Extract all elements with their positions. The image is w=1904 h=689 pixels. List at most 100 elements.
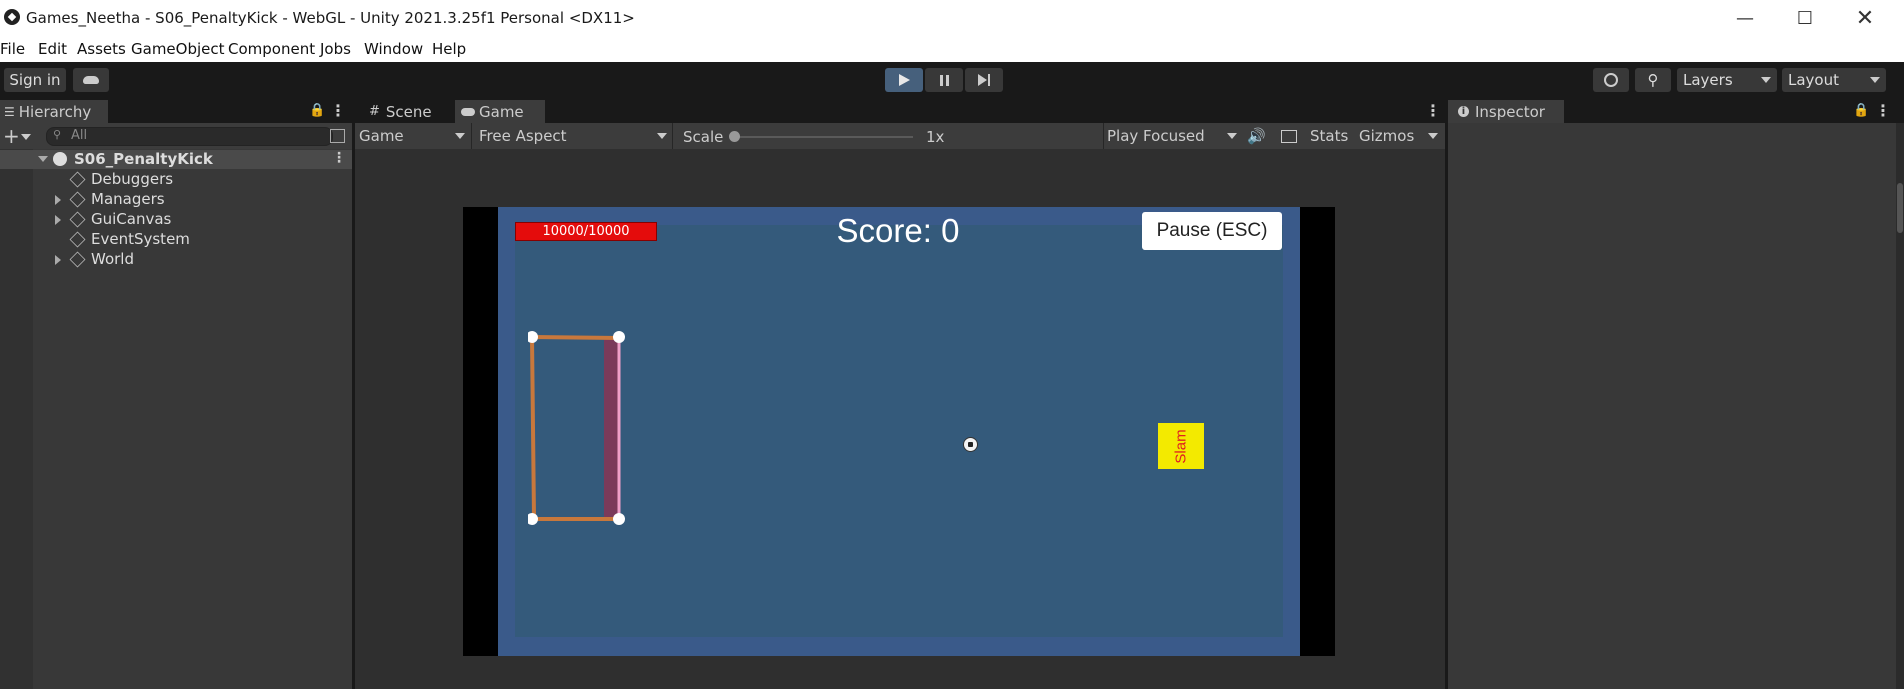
more-options-icon[interactable]: ⋮ xyxy=(1425,101,1441,120)
maximize-icon[interactable]: ☐ xyxy=(1776,0,1834,37)
search-icon: ⚲ xyxy=(53,128,62,141)
stats-button[interactable]: Stats xyxy=(1310,127,1348,145)
expand-arrow-icon[interactable] xyxy=(55,215,61,225)
chevron-down-icon xyxy=(657,133,667,139)
menu-component[interactable]: Component xyxy=(228,40,315,58)
health-bar: 10000/10000 xyxy=(515,222,657,241)
chevron-down-icon xyxy=(1227,133,1237,139)
list-item[interactable]: GuiCanvas xyxy=(69,210,172,229)
expand-arrow-icon[interactable] xyxy=(55,255,61,265)
ball-patch xyxy=(968,442,973,447)
menu-edit[interactable]: Edit xyxy=(38,40,67,58)
list-item[interactable]: World xyxy=(69,250,134,269)
center-tabstrip: # Scene Game ⋮ xyxy=(355,100,1445,123)
game-canvas: 10000/10000 Score: 0 Pause (ESC) Slam xyxy=(498,207,1300,656)
expand-arrow-icon[interactable] xyxy=(55,195,61,205)
step-button[interactable] xyxy=(965,68,1003,92)
layers-dropdown[interactable]: Layers xyxy=(1677,68,1777,92)
tab-scene-label: Scene xyxy=(385,102,432,121)
hierarchy-gutter xyxy=(0,149,33,689)
list-item-label: World xyxy=(91,250,134,268)
info-icon: i xyxy=(1458,106,1469,117)
goal-post-handle[interactable] xyxy=(613,331,625,343)
cloud-icon xyxy=(83,76,99,84)
scale-slider-handle[interactable] xyxy=(729,131,740,142)
menu-window[interactable]: Window xyxy=(364,40,423,58)
soccer-ball-icon xyxy=(963,437,978,452)
menu-jobs[interactable]: Jobs xyxy=(320,40,351,58)
display-dropdown-label: Game xyxy=(359,127,404,145)
list-item-label: GuiCanvas xyxy=(91,210,172,228)
scale-label: Scale xyxy=(683,128,724,146)
menu-help[interactable]: Help xyxy=(432,40,466,58)
list-item[interactable]: Debuggers xyxy=(69,170,173,189)
list-item[interactable]: EventSystem xyxy=(69,230,190,249)
layout-dropdown[interactable]: Layout xyxy=(1782,68,1886,92)
scene-name: S06_PenaltyKick xyxy=(74,150,213,168)
toolbar-divider xyxy=(471,123,472,149)
expand-arrow-icon[interactable] xyxy=(38,156,48,162)
unity-scene-icon xyxy=(53,152,67,166)
scrollbar-thumb[interactable] xyxy=(1897,183,1903,233)
tab-inspector[interactable]: i Inspector xyxy=(1448,100,1564,123)
main-toolbar: Sign in ⚲ Layers Layout xyxy=(0,62,1904,100)
gameobject-icon xyxy=(69,191,86,208)
gamepad-icon xyxy=(461,107,475,116)
layout-label: Layout xyxy=(1788,71,1839,89)
score-label: Score: 0 xyxy=(836,212,960,249)
game-view-area: 10000/10000 Score: 0 Pause (ESC) Slam xyxy=(355,149,1445,689)
scale-slider[interactable] xyxy=(729,131,913,142)
search-icon: ⚲ xyxy=(1647,71,1659,89)
keyboard-icon[interactable] xyxy=(1281,130,1297,143)
close-icon[interactable]: ✕ xyxy=(1836,0,1894,37)
scene-options-icon[interactable]: ⋮ xyxy=(332,150,346,166)
lock-icon[interactable]: 🔒 xyxy=(1853,103,1869,118)
menu-gameobject[interactable]: GameObject xyxy=(131,40,225,58)
gameobject-icon xyxy=(69,231,86,248)
cloud-button[interactable] xyxy=(73,68,109,92)
inspector-scrollbar[interactable] xyxy=(1896,123,1904,689)
aspect-dropdown[interactable]: Free Aspect xyxy=(479,127,669,145)
goal-post-handle[interactable] xyxy=(528,513,538,525)
history-button[interactable] xyxy=(1593,68,1629,92)
tab-scene[interactable]: # Scene xyxy=(361,100,457,123)
menu-bar: File Edit Assets GameObject Component Jo… xyxy=(0,37,1904,62)
pause-game-button[interactable]: Pause (ESC) xyxy=(1142,212,1282,250)
search-button[interactable]: ⚲ xyxy=(1635,68,1671,92)
toolbar-divider xyxy=(1103,123,1104,149)
scene-visibility-icon[interactable] xyxy=(330,129,345,143)
list-icon: ☰ xyxy=(4,104,15,119)
display-dropdown[interactable]: Game xyxy=(359,127,465,145)
minimize-icon[interactable]: — xyxy=(1716,0,1774,37)
goal-post-handle[interactable] xyxy=(613,513,625,525)
menu-assets[interactable]: Assets xyxy=(77,40,126,58)
gizmos-button[interactable]: Gizmos xyxy=(1359,127,1414,145)
audio-mute-icon[interactable]: 🔊 xyxy=(1247,127,1266,145)
hierarchy-search-input[interactable]: ⚲ All xyxy=(46,127,333,146)
window-title-bar: Games_Neetha - S06_PenaltyKick - WebGL -… xyxy=(0,0,1904,37)
more-options-icon[interactable]: ⋮ xyxy=(1875,101,1891,120)
aspect-dropdown-label: Free Aspect xyxy=(479,127,567,145)
lock-icon[interactable]: 🔒 xyxy=(309,103,325,118)
scene-row[interactable]: S06_PenaltyKick ⋮ xyxy=(0,150,352,169)
menu-file[interactable]: File xyxy=(0,40,25,58)
slam-button[interactable]: Slam xyxy=(1158,423,1204,469)
history-icon xyxy=(1604,73,1618,87)
more-options-icon[interactable]: ⋮ xyxy=(330,101,346,120)
tab-inspector-label: Inspector xyxy=(1475,102,1545,121)
pause-button[interactable] xyxy=(925,68,963,92)
chevron-down-icon[interactable] xyxy=(1428,133,1438,139)
add-icon[interactable]: + xyxy=(3,124,20,148)
gameobject-icon xyxy=(69,171,86,188)
window-title: Games_Neetha - S06_PenaltyKick - WebGL -… xyxy=(26,9,635,27)
play-button[interactable] xyxy=(885,68,923,92)
sign-in-button[interactable]: Sign in xyxy=(4,68,66,92)
play-mode-dropdown[interactable]: Play Focused xyxy=(1107,127,1237,145)
hierarchy-panel: + ⚲ All S06_PenaltyKick ⋮ Debuggers Mana… xyxy=(0,123,352,689)
tab-hierarchy[interactable]: ☰ Hierarchy xyxy=(0,100,108,123)
tab-game[interactable]: Game xyxy=(455,100,545,123)
chevron-down-icon[interactable] xyxy=(21,134,31,140)
goal-post-handle[interactable] xyxy=(528,331,538,343)
list-item[interactable]: Managers xyxy=(69,190,165,209)
chevron-down-icon xyxy=(1761,77,1771,83)
